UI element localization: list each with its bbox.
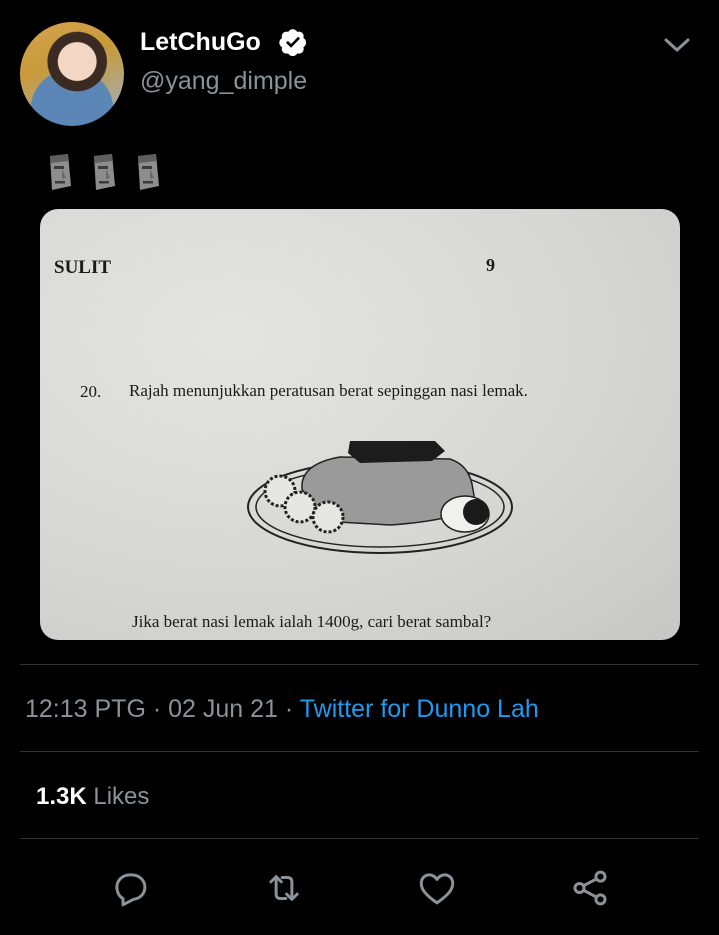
tweet-time: 12:13 PTG (25, 695, 146, 723)
tweet-metadata: 12:13 PTG · 02 Jun 21 · Twitter for Dunn… (25, 695, 539, 724)
likes-count: 1.3K (36, 783, 87, 810)
separator-dot: · (284, 695, 300, 723)
verified-badge-icon (279, 29, 307, 57)
retweet-icon (269, 875, 299, 901)
chevron-down-icon[interactable] (662, 34, 692, 56)
question-number: 20. (80, 382, 102, 401)
likes-label: Likes (93, 783, 150, 810)
display-name[interactable]: LetChuGo (140, 28, 261, 57)
tweet-text (44, 152, 164, 192)
moai-icon (94, 154, 115, 190)
paper-header: SULIT (54, 257, 112, 278)
user-handle[interactable]: @yang_dimple (140, 67, 307, 96)
question-text: Rajah menunjukkan peratusan berat seping… (129, 381, 528, 400)
avatar[interactable] (20, 22, 124, 126)
divider (20, 751, 699, 752)
moai-icon (50, 154, 71, 190)
tweet-detail: LetChuGo @yang_dimple SULIT 9 20. Rajah … (0, 0, 719, 935)
divider (20, 838, 699, 839)
question-subtext: Jika berat nasi lemak ialah 1400g, cari … (132, 612, 492, 631)
like-button[interactable] (415, 866, 459, 910)
share-icon (573, 870, 607, 906)
separator-dot: · (152, 695, 169, 723)
heart-icon (419, 873, 455, 905)
share-button[interactable] (568, 866, 612, 910)
divider (20, 664, 699, 665)
retweet-button[interactable] (262, 866, 306, 910)
paper-page-number: 9 (486, 255, 495, 275)
likes-stat[interactable]: 1.3K Likes (36, 783, 149, 811)
tweet-source-link[interactable]: Twitter for Dunno Lah (300, 695, 539, 723)
reply-button[interactable] (108, 866, 152, 910)
moai-icon (138, 154, 159, 190)
tweet-image[interactable]: SULIT 9 20. Rajah menunjukkan peratusan … (40, 209, 680, 640)
nasi-lemak-plate-illustration (247, 441, 513, 554)
tweet-date: 02 Jun 21 (168, 695, 278, 723)
reply-icon (115, 873, 147, 907)
